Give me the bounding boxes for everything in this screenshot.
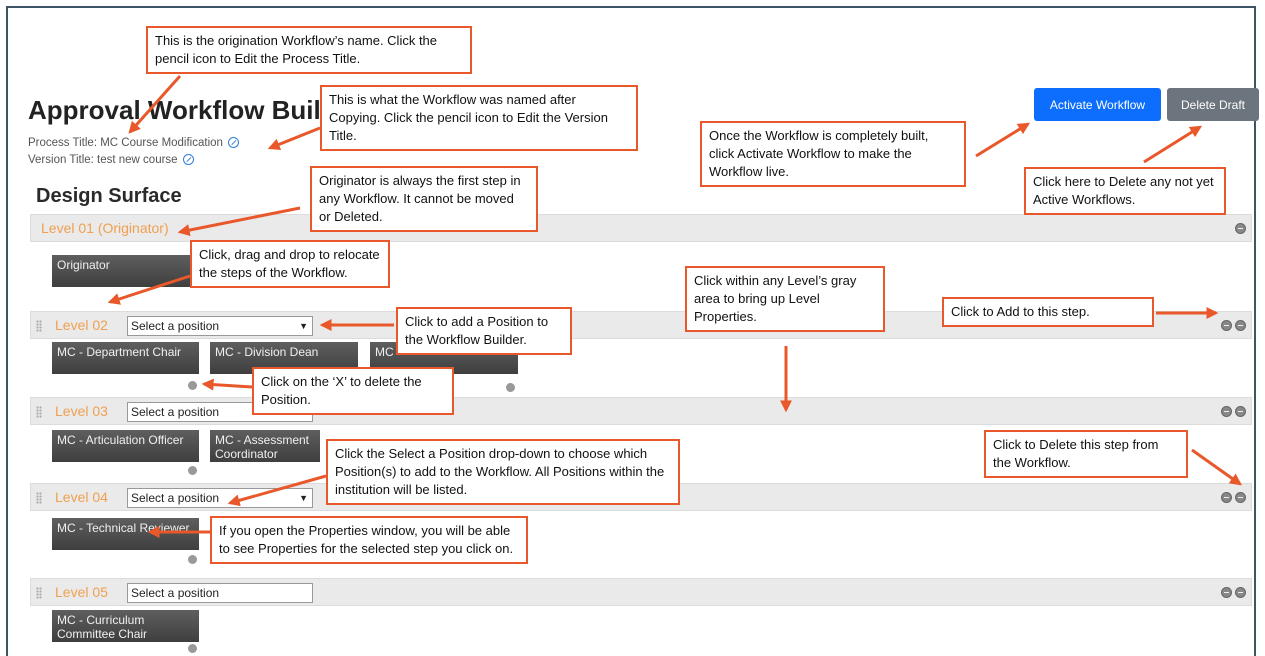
arrow-delete-step [1191,448,1242,486]
arrow-delete-draft [1143,125,1203,164]
arrow-select-position [227,474,327,507]
arrow-drag-drop [107,274,191,305]
arrow-activate [975,122,1031,158]
arrow-version-title [267,126,321,151]
arrow-delete-position [201,378,253,391]
arrow-originator [177,206,301,237]
arrow-workflow-name [128,75,182,134]
annotation-arrows [107,75,1242,538]
